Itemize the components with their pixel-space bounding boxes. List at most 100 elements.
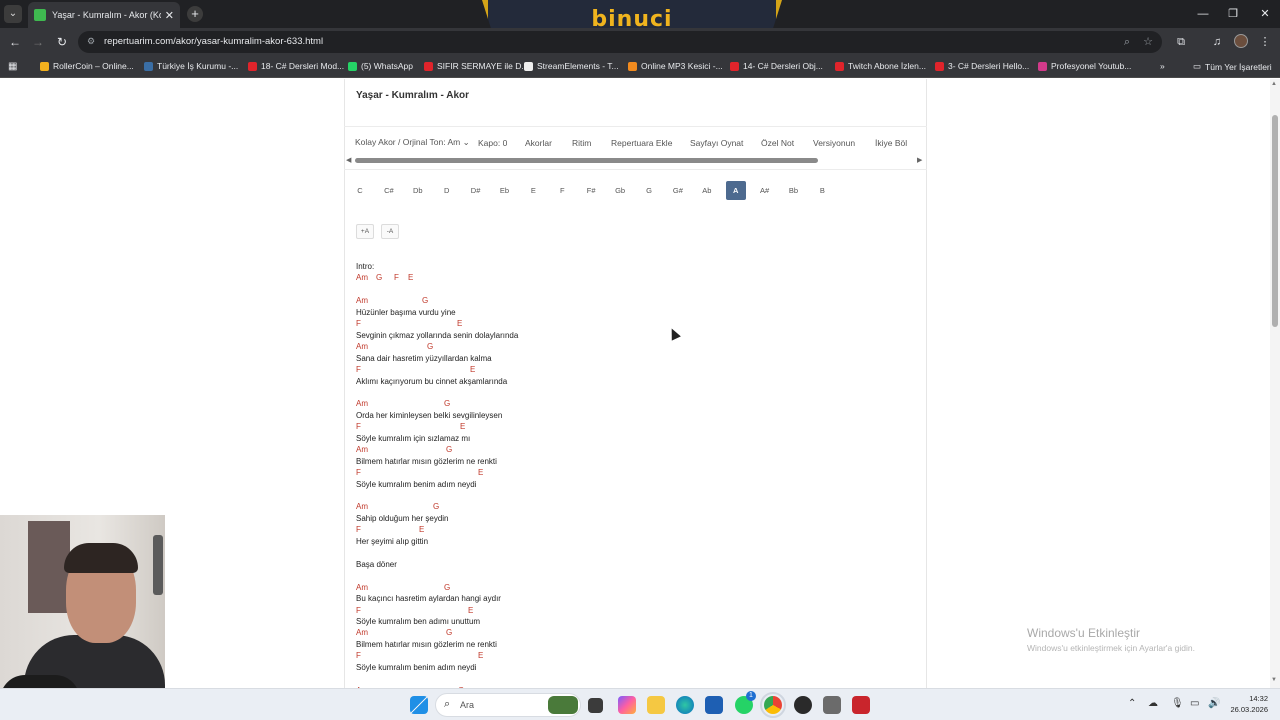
window-close-icon[interactable]: ✕: [1250, 0, 1280, 28]
key-f[interactable]: F: [552, 181, 572, 200]
chord-label[interactable]: Am: [356, 272, 368, 283]
chord-label[interactable]: Am: [356, 627, 368, 638]
key-b[interactable]: B: [812, 181, 832, 200]
chord-label[interactable]: F: [356, 524, 361, 535]
taskbar-search[interactable]: ⌕ Ara: [435, 693, 581, 717]
tray-overflow-icon[interactable]: ⌃: [1128, 698, 1136, 709]
media-icon[interactable]: ♫: [1210, 35, 1224, 49]
forward-arrow-icon[interactable]: →: [30, 34, 46, 50]
chord-label[interactable]: F: [356, 605, 361, 616]
chords-button[interactable]: Akorlar: [525, 138, 552, 148]
volume-icon[interactable]: 🔊: [1208, 698, 1220, 709]
bookmark-item[interactable]: Twitch Abone İzlen...: [835, 61, 926, 71]
vertical-scrollbar[interactable]: ▲ ▼: [1270, 79, 1280, 688]
windows-start-icon[interactable]: [410, 696, 428, 714]
key-gb[interactable]: Gb: [610, 181, 630, 200]
chord-label[interactable]: E: [460, 421, 465, 432]
split-button[interactable]: İkiye Böl: [875, 138, 907, 148]
restore-icon[interactable]: ❐: [1218, 0, 1248, 28]
bookmark-item[interactable]: (5) WhatsApp: [348, 61, 413, 71]
chord-label[interactable]: E: [408, 272, 413, 283]
chord-label[interactable]: F: [356, 421, 361, 432]
microphone-icon[interactable]: 🎙: [1171, 698, 1184, 709]
microsoft-store-icon[interactable]: [705, 696, 723, 714]
bookmark-item[interactable]: SIFIR SERMAYE ile D...: [424, 61, 528, 71]
chord-label[interactable]: G: [444, 398, 450, 409]
bookmark-item[interactable]: RollerCoin – Online...: [40, 61, 134, 71]
chord-label[interactable]: G: [444, 582, 450, 593]
browser-tab-active[interactable]: Yaşar - Kumralım - Akor (Kolay ✕: [28, 2, 180, 28]
key-eb[interactable]: Eb: [495, 181, 515, 200]
extensions-icon[interactable]: ⧉: [1174, 35, 1188, 49]
bookmark-item[interactable]: 3- C# Dersleri Hello...: [935, 61, 1029, 71]
bookmark-item[interactable]: Profesyonel Youtub...: [1038, 61, 1131, 71]
chord-label[interactable]: G: [376, 272, 382, 283]
onedrive-icon[interactable]: ☁: [1148, 698, 1158, 709]
new-tab-button[interactable]: +: [187, 6, 203, 22]
chord-label[interactable]: F: [356, 364, 361, 375]
all-bookmarks-folder[interactable]: ▭ Tüm Yer İşaretleri: [1193, 61, 1272, 72]
play-page-button[interactable]: Sayfayı Oynat: [690, 138, 743, 148]
scroll-right-icon[interactable]: ▶: [917, 156, 922, 164]
profile-avatar[interactable]: [1234, 34, 1248, 48]
chord-label[interactable]: F: [356, 650, 361, 661]
bookmark-item[interactable]: 18- C# Dersleri Mod...: [248, 61, 344, 71]
capo-button[interactable]: Kapo: 0: [478, 138, 507, 148]
key-ab[interactable]: Ab: [697, 181, 717, 200]
chord-label[interactable]: Am: [356, 341, 368, 352]
vertical-scrollbar-thumb[interactable]: [1272, 115, 1278, 327]
scroll-down-icon[interactable]: ▼: [1271, 677, 1277, 683]
key-g[interactable]: G: [639, 181, 659, 200]
whatsapp-icon[interactable]: 1: [735, 691, 756, 714]
task-view-icon[interactable]: [588, 698, 603, 713]
chord-label[interactable]: Am: [356, 398, 368, 409]
tone-select[interactable]: Kolay Akor / Orjinal Ton: Am ⌄: [355, 137, 470, 148]
edge-icon[interactable]: [676, 696, 694, 714]
key-c[interactable]: C: [350, 181, 370, 200]
app-icon[interactable]: [823, 696, 841, 714]
obs-icon[interactable]: [794, 696, 812, 714]
font-decrease-button[interactable]: -A: [381, 224, 399, 239]
rhythm-button[interactable]: Ritim: [572, 138, 591, 148]
font-increase-button[interactable]: +A: [356, 224, 374, 239]
chrome-icon[interactable]: [760, 692, 786, 718]
tab-search-chevron-icon[interactable]: ⌄: [4, 5, 22, 23]
bookmark-item[interactable]: Türkiye İş Kurumu -...: [144, 61, 238, 71]
key-f-sharp[interactable]: F#: [581, 181, 601, 200]
network-icon[interactable]: ▭: [1190, 698, 1199, 709]
key-c-sharp[interactable]: C#: [379, 181, 399, 200]
bookmark-item[interactable]: StreamElements - T...: [524, 61, 619, 71]
key-d[interactable]: D: [437, 181, 457, 200]
reload-icon[interactable]: ↻: [54, 34, 70, 50]
site-info-icon[interactable]: ⚙: [87, 36, 97, 46]
chord-label[interactable]: F: [356, 318, 361, 329]
chord-label[interactable]: G: [422, 295, 428, 306]
taskbar-clock[interactable]: 14:32 26.03.2026: [1228, 693, 1268, 715]
chord-label[interactable]: E: [457, 318, 462, 329]
chord-label[interactable]: E: [478, 650, 483, 661]
apps-grid-icon[interactable]: ▦: [8, 61, 20, 73]
bookmarks-overflow-icon[interactable]: »: [1160, 61, 1165, 71]
chord-label[interactable]: Am: [356, 444, 368, 455]
key-db[interactable]: Db: [408, 181, 428, 200]
scroll-left-icon[interactable]: ◀: [346, 156, 351, 164]
horizontal-scrollbar-thumb[interactable]: [355, 158, 818, 163]
key-bb[interactable]: Bb: [784, 181, 804, 200]
chord-label[interactable]: G: [446, 444, 452, 455]
private-note-button[interactable]: Özel Not: [761, 138, 794, 148]
chord-label[interactable]: F: [394, 272, 399, 283]
add-to-repertoire-button[interactable]: Repertuara Ekle: [611, 138, 672, 148]
more-menu-icon[interactable]: ⋮: [1258, 35, 1272, 49]
chord-label[interactable]: E: [470, 364, 475, 375]
key-g-sharp[interactable]: G#: [668, 181, 688, 200]
file-explorer-icon[interactable]: [647, 696, 665, 714]
version-button[interactable]: Versiyonun: [813, 138, 855, 148]
address-bar[interactable]: ⚙ repertuarim.com/akor/yasar-kumralim-ak…: [78, 31, 1162, 53]
chord-label[interactable]: Am: [356, 582, 368, 593]
chord-label[interactable]: Am: [356, 501, 368, 512]
back-arrow-icon[interactable]: ←: [7, 34, 23, 50]
key-d-sharp[interactable]: D#: [466, 181, 486, 200]
chord-label[interactable]: F: [356, 467, 361, 478]
key-a[interactable]: A: [725, 181, 746, 200]
minimize-icon[interactable]: —: [1188, 0, 1218, 28]
